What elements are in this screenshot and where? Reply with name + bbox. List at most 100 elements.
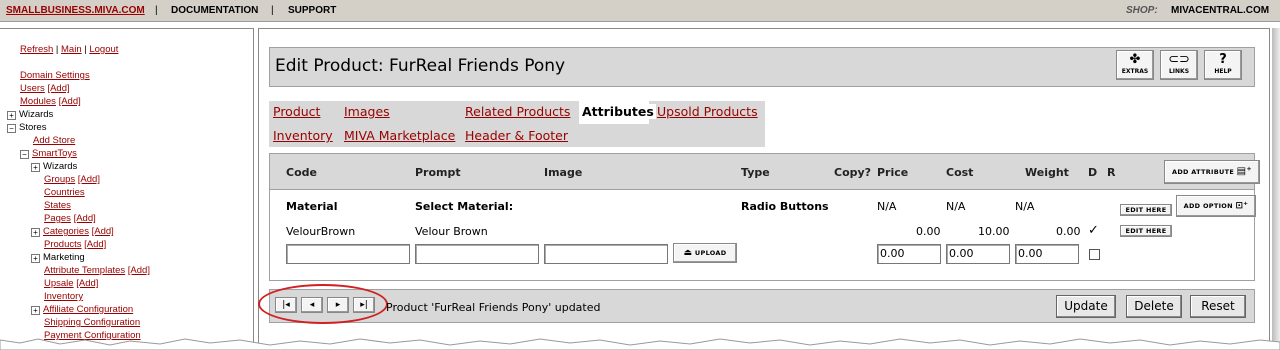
new-cost-input[interactable]: 0.00 bbox=[946, 244, 1010, 264]
column-type: Type bbox=[741, 166, 770, 179]
option-prompt: Velour Brown bbox=[415, 225, 488, 238]
sidebar-item-stores[interactable]: Stores bbox=[19, 122, 46, 133]
links-button[interactable]: ⊂⊃ LINKS bbox=[1160, 50, 1198, 80]
expand-icon[interactable]: + bbox=[31, 254, 40, 263]
column-code: Code bbox=[286, 166, 317, 179]
column-price: Price bbox=[877, 166, 909, 179]
collapse-icon[interactable]: − bbox=[20, 150, 29, 159]
add-option-button[interactable]: ADD OPTION ⊡⁺ bbox=[1176, 195, 1256, 217]
tab-product[interactable]: Product bbox=[273, 104, 320, 119]
sidebar-item-marketing[interactable]: Marketing bbox=[43, 252, 85, 263]
sidebar-item-shipping-configuration[interactable]: Shipping Configuration bbox=[44, 317, 140, 328]
column-cost: Cost bbox=[946, 166, 974, 179]
torn-edge bbox=[0, 338, 1280, 350]
links-label: LINKS bbox=[1168, 68, 1190, 75]
tab-miva-marketplace[interactable]: MIVA Marketplace bbox=[344, 128, 455, 143]
collapse-icon[interactable]: − bbox=[7, 124, 16, 133]
logout-link[interactable]: Logout bbox=[89, 44, 118, 55]
option-weight: 0.00 bbox=[1056, 225, 1081, 238]
expand-icon[interactable]: + bbox=[31, 228, 40, 237]
extras-button[interactable]: ✤ EXTRAS bbox=[1116, 50, 1154, 80]
sidebar-item-products[interactable]: Products bbox=[44, 239, 82, 250]
main-link[interactable]: Main bbox=[61, 44, 82, 55]
new-weight-input[interactable]: 0.00 bbox=[1015, 244, 1079, 264]
extras-label: EXTRAS bbox=[1121, 68, 1149, 75]
edit-attribute-button[interactable]: EDIT HERE bbox=[1120, 204, 1172, 216]
tab-inventory[interactable]: Inventory bbox=[273, 128, 333, 143]
new-prompt-input[interactable] bbox=[415, 244, 539, 264]
site-link[interactable]: SMALLBUSINESS.MIVA.COM bbox=[6, 5, 145, 16]
attribute-price: N/A bbox=[877, 200, 897, 213]
upload-label: UPLOAD bbox=[694, 249, 727, 257]
column-r: R bbox=[1107, 166, 1116, 179]
add-attribute-button[interactable]: ADD ATTRIBUTE ▤⁺ bbox=[1164, 160, 1260, 184]
column-image: Image bbox=[544, 166, 583, 179]
sidebar-item-pages[interactable]: Pages bbox=[44, 213, 71, 224]
documentation-link[interactable]: DOCUMENTATION bbox=[171, 5, 258, 16]
add-link[interactable]: [Add] bbox=[59, 96, 81, 107]
reset-button[interactable]: Reset bbox=[1190, 295, 1246, 318]
tab-attributes[interactable]: Attributes bbox=[580, 104, 656, 119]
tab-bar: Product Images Related Products Attribut… bbox=[269, 101, 765, 147]
update-button[interactable]: Update bbox=[1056, 295, 1116, 318]
sidebar-item-inventory[interactable]: Inventory bbox=[44, 291, 83, 302]
title-bar: Edit Product: FurReal Friends Pony ✤ EXT… bbox=[269, 47, 1255, 87]
column-d: D bbox=[1088, 166, 1098, 179]
sidebar-item-countries[interactable]: Countries bbox=[44, 187, 85, 198]
default-checkmark-icon: ✓ bbox=[1088, 223, 1099, 238]
add-link[interactable]: [Add] bbox=[76, 278, 98, 289]
sidebar-item-attribute-templates[interactable]: Attribute Templates bbox=[44, 265, 125, 276]
new-image-input[interactable] bbox=[544, 244, 668, 264]
add-link[interactable]: [Add] bbox=[47, 83, 69, 94]
new-price-input[interactable]: 0.00 bbox=[877, 244, 941, 264]
option-code: VelourBrown bbox=[286, 225, 356, 238]
expand-icon[interactable]: + bbox=[31, 163, 40, 172]
sidebar-item-store-wizards[interactable]: Wizards bbox=[43, 161, 77, 172]
expand-icon[interactable]: + bbox=[7, 111, 16, 120]
top-bar: SMALLBUSINESS.MIVA.COM | DOCUMENTATION |… bbox=[0, 0, 1280, 22]
shop-label: SHOP: bbox=[1126, 5, 1158, 16]
help-label: HELP bbox=[1214, 68, 1232, 75]
sidebar-item-users[interactable]: Users bbox=[20, 83, 45, 94]
help-button[interactable]: ? HELP bbox=[1204, 50, 1242, 80]
add-document-icon: ▤⁺ bbox=[1236, 166, 1252, 177]
tab-related-products[interactable]: Related Products bbox=[465, 104, 570, 119]
refresh-link[interactable]: Refresh bbox=[20, 44, 53, 55]
tab-upsold-products[interactable]: Upsold Products bbox=[657, 104, 758, 119]
attribute-cost: N/A bbox=[946, 200, 966, 213]
attribute-prompt: Select Material: bbox=[415, 200, 514, 213]
edit-option-button[interactable]: EDIT HERE bbox=[1120, 225, 1172, 237]
sidebar-item-upsale[interactable]: Upsale bbox=[44, 278, 74, 289]
add-link[interactable]: [Add] bbox=[92, 226, 114, 237]
new-code-input[interactable] bbox=[286, 244, 410, 264]
bottom-bar: |◂ ◂ ▸ ▸| Product 'FurReal Friends Pony'… bbox=[258, 284, 1255, 324]
support-link[interactable]: SUPPORT bbox=[288, 5, 336, 16]
option-price: 0.00 bbox=[916, 225, 941, 238]
attributes-table: Code Prompt Image Type Copy? Price Cost … bbox=[269, 153, 1260, 281]
attribute-type: Radio Buttons bbox=[741, 200, 829, 213]
sidebar-item-categories[interactable]: Categories bbox=[43, 226, 89, 237]
sidebar-item-states[interactable]: States bbox=[44, 200, 71, 211]
default-checkbox[interactable] bbox=[1089, 249, 1100, 260]
column-copy: Copy? bbox=[834, 166, 872, 179]
upload-button[interactable]: ⏏ UPLOAD bbox=[673, 243, 737, 263]
sidebar-item-wizards[interactable]: Wizards bbox=[19, 109, 53, 120]
tab-images[interactable]: Images bbox=[344, 104, 390, 119]
sidebar-item-add-store[interactable]: Add Store bbox=[33, 135, 75, 146]
delete-button[interactable]: Delete bbox=[1126, 295, 1182, 318]
expand-icon[interactable]: + bbox=[31, 306, 40, 315]
column-weight: Weight bbox=[1025, 166, 1069, 179]
sidebar-item-smarttoys[interactable]: SmartToys bbox=[32, 148, 77, 159]
add-link[interactable]: [Add] bbox=[84, 239, 106, 250]
sidebar-item-domain-settings[interactable]: Domain Settings bbox=[20, 70, 90, 81]
page-title: Edit Product: FurReal Friends Pony bbox=[275, 56, 566, 76]
sidebar-item-affiliate-configuration[interactable]: Affiliate Configuration bbox=[43, 304, 133, 315]
column-prompt: Prompt bbox=[415, 166, 461, 179]
add-link[interactable]: [Add] bbox=[78, 174, 100, 185]
shop-value[interactable]: MIVACENTRAL.COM bbox=[1171, 5, 1269, 16]
add-link[interactable]: [Add] bbox=[128, 265, 150, 276]
tab-header-footer[interactable]: Header & Footer bbox=[465, 128, 568, 143]
sidebar-item-groups[interactable]: Groups bbox=[44, 174, 75, 185]
sidebar-item-modules[interactable]: Modules bbox=[20, 96, 56, 107]
add-link[interactable]: [Add] bbox=[74, 213, 96, 224]
